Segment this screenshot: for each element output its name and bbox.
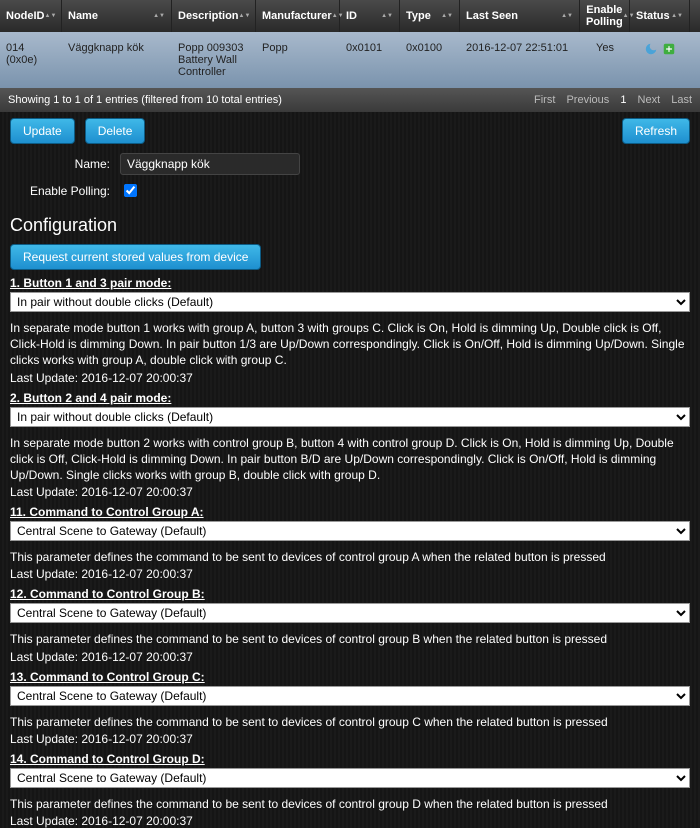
cell-poll: Yes [580, 32, 630, 88]
th-description[interactable]: Description▲▼ [172, 0, 256, 32]
param-description: This parameter defines the command to be… [10, 714, 690, 730]
param-select[interactable]: Central Scene to Gateway (Default) [10, 686, 690, 706]
pager-last[interactable]: Last [671, 94, 692, 106]
param-label: 11. Command to Control Group A: [10, 505, 690, 519]
param-last-update: Last Update: 2016-12-07 20:00:37 [10, 650, 690, 664]
sort-icon: ▲▼ [441, 14, 453, 19]
param-label: 13. Command to Control Group C: [10, 670, 690, 684]
th-name[interactable]: Name▲▼ [62, 0, 172, 32]
config-param: 1. Button 1 and 3 pair mode: In pair with… [0, 270, 700, 385]
param-label: 12. Command to Control Group B: [10, 587, 690, 601]
polling-checkbox[interactable] [124, 184, 137, 197]
param-label: 1. Button 1 and 3 pair mode: [10, 276, 690, 290]
config-param: 12. Command to Control Group B: Central S… [0, 581, 700, 663]
pager-next[interactable]: Next [638, 94, 661, 106]
cell-last: 2016-12-07 22:51:01 [460, 32, 580, 88]
config-param: 11. Command to Control Group A: Central S… [0, 499, 700, 581]
polling-label: Enable Polling: [10, 184, 110, 198]
param-select[interactable]: Central Scene to Gateway (Default) [10, 768, 690, 788]
cell-id: 0x0101 [340, 32, 400, 88]
name-label: Name: [10, 157, 110, 171]
sort-icon: ▲▼ [153, 14, 165, 19]
cell-nodeid: 014 (0x0e) [0, 32, 62, 88]
sort-icon: ▲▼ [381, 14, 393, 19]
table-footer: Showing 1 to 1 of 1 entries (filtered fr… [0, 88, 700, 112]
delete-button[interactable]: Delete [85, 118, 146, 144]
action-bar: Update Delete Refresh [0, 112, 700, 150]
param-description: In separate mode button 1 works with gro… [10, 320, 690, 369]
param-last-update: Last Update: 2016-12-07 20:00:37 [10, 371, 690, 385]
configuration-heading: Configuration [0, 203, 700, 244]
param-select[interactable]: Central Scene to Gateway (Default) [10, 521, 690, 541]
param-label: 14. Command to Control Group D: [10, 752, 690, 766]
cell-name: Väggknapp kök [62, 32, 172, 88]
config-param: 2. Button 2 and 4 pair mode: In pair with… [0, 385, 700, 500]
th-id[interactable]: ID▲▼ [340, 0, 400, 32]
th-last-seen[interactable]: Last Seen▲▼ [460, 0, 580, 32]
moon-icon [644, 42, 658, 56]
sort-icon: ▲▼ [671, 14, 683, 19]
param-last-update: Last Update: 2016-12-07 20:00:37 [10, 567, 690, 581]
sort-icon: ▲▼ [561, 14, 573, 19]
param-label: 2. Button 2 and 4 pair mode: [10, 391, 690, 405]
table-header: NodeID▲▼ Name▲▼ Description▲▼ Manufactur… [0, 0, 700, 32]
th-nodeid[interactable]: NodeID▲▼ [0, 0, 62, 32]
th-status[interactable]: Status▲▼ [630, 0, 690, 32]
table-entries-info: Showing 1 to 1 of 1 entries (filtered fr… [8, 94, 282, 106]
config-param: 13. Command to Control Group C: Central S… [0, 664, 700, 746]
refresh-button[interactable]: Refresh [622, 118, 690, 144]
cell-type: 0x0100 [400, 32, 460, 88]
sort-icon: ▲▼ [239, 14, 251, 19]
cell-desc: Popp 009303 Battery Wall Controller [172, 32, 256, 88]
th-manufacturer[interactable]: Manufacturer▲▼ [256, 0, 340, 32]
param-description: This parameter defines the command to be… [10, 549, 690, 565]
param-last-update: Last Update: 2016-12-07 20:00:37 [10, 732, 690, 746]
param-description: This parameter defines the command to be… [10, 796, 690, 812]
th-type[interactable]: Type▲▼ [400, 0, 460, 32]
request-values-button[interactable]: Request current stored values from devic… [10, 244, 261, 270]
sort-icon: ▲▼ [45, 14, 57, 19]
name-input[interactable] [120, 153, 300, 175]
pager-first[interactable]: First [534, 94, 555, 106]
param-select[interactable]: Central Scene to Gateway (Default) [10, 603, 690, 623]
cell-manu: Popp [256, 32, 340, 88]
pager-page[interactable]: 1 [620, 94, 626, 106]
cell-status [630, 32, 690, 88]
config-param: 14. Command to Control Group D: Central S… [0, 746, 700, 828]
param-description: In separate mode button 2 works with con… [10, 435, 690, 484]
table-row[interactable]: 014 (0x0e) Väggknapp kök Popp 009303 Bat… [0, 32, 700, 88]
pager: First Previous 1 Next Last [526, 94, 692, 106]
param-last-update: Last Update: 2016-12-07 20:00:37 [10, 814, 690, 828]
param-description: This parameter defines the command to be… [10, 631, 690, 647]
param-select[interactable]: In pair without double clicks (Default) [10, 407, 690, 427]
update-button[interactable]: Update [10, 118, 75, 144]
param-last-update: Last Update: 2016-12-07 20:00:37 [10, 485, 690, 499]
param-select[interactable]: In pair without double clicks (Default) [10, 292, 690, 312]
th-enable-polling[interactable]: Enable Polling▲▼ [580, 0, 630, 32]
pager-prev[interactable]: Previous [566, 94, 609, 106]
plus-icon [662, 42, 676, 56]
